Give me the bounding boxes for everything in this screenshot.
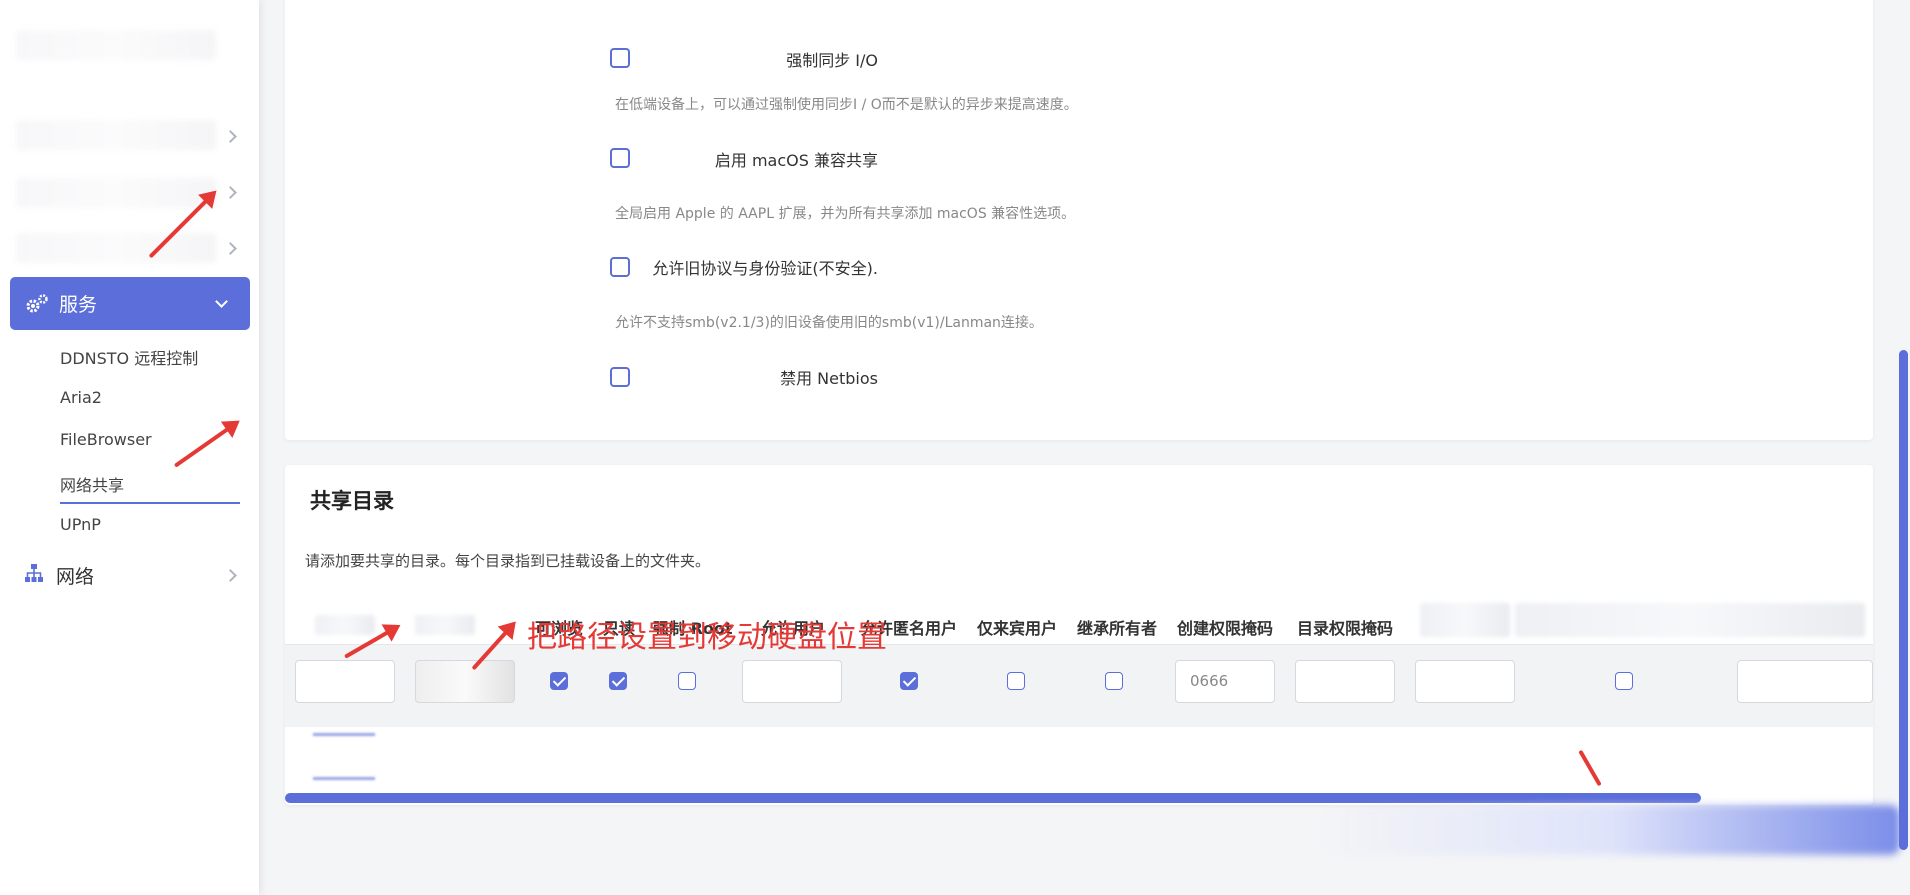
submenu-item-filebrowser[interactable]: FileBrowser [60,430,152,449]
vertical-scrollbar[interactable] [1899,350,1908,850]
table-header: 可浏览 只读 强制 Root 允许用户 允许匿名用户 仅来宾用户 继承所有者 创… [285,595,1873,645]
blurred-header [415,615,475,635]
allow-guest-checkbox[interactable] [900,672,918,690]
option-description: 在低端设备上，可以通过强制使用同步I / O而不是默认的异步来提高速度。 [615,97,1078,113]
vertical-scrollbar-track [1898,0,1910,895]
blurred-link[interactable] [313,777,375,780]
decorative-glow [1320,805,1900,855]
chevron-down-icon [215,295,228,308]
directory-mask-input[interactable] [1295,660,1395,703]
section-description: 请添加要共享的目录。每个目录指到已挂载设备上的文件夹。 [305,552,711,570]
sidebar: 服务 DDNSTO 远程控制 Aria2 FileBrowser 网络共享 UP… [0,0,259,895]
column-header: 仅来宾用户 [977,619,1058,638]
blurred-header [315,615,375,635]
chevron-right-icon [224,186,237,199]
share-name-input[interactable] [295,660,395,703]
section-title: 共享目录 [310,489,394,513]
extra-input-right[interactable] [1737,660,1873,703]
create-mask-input[interactable]: 0666 [1175,660,1275,703]
blurred-menu-item [16,30,216,60]
inherit-owner-checkbox[interactable] [1105,672,1123,690]
option-description: 允许不支持smb(v2.1/3)的旧设备使用旧的smb(v1)/Lanman连接… [615,315,1043,331]
table-row [285,645,1873,727]
chevron-right-icon [224,242,237,255]
share-directory-panel: 共享目录 请添加要共享的目录。每个目录指到已挂载设备上的文件夹。 可浏览 只读 … [285,465,1873,805]
annotation-text: 把路径设置到移动硬盘位置 [527,620,887,655]
submenu-item-aria2[interactable]: Aria2 [60,388,102,407]
column-header: 创建权限掩码 [1177,619,1274,638]
sidebar-item-label: 网络 [56,566,95,588]
macos-compat-checkbox[interactable] [610,148,630,168]
force-root-checkbox[interactable] [678,672,696,690]
option-label: 禁用 Netbios [780,369,878,388]
sidebar-item-label: 服务 [59,294,98,316]
allowed-users-input[interactable] [742,660,842,703]
disable-netbios-checkbox[interactable] [610,367,630,387]
submenu-item-ddnsto[interactable]: DDNSTO 远程控制 [60,345,198,369]
option-label: 启用 macOS 兼容共享 [714,151,878,170]
extra-checkbox[interactable] [1615,672,1633,690]
extra-input[interactable] [1415,660,1515,703]
chevron-right-icon [224,130,237,143]
sidebar-item-network[interactable]: 网络 [24,562,94,589]
browsable-checkbox[interactable] [550,672,568,690]
blurred-link[interactable] [313,733,375,736]
column-header: 继承所有者 [1077,619,1158,638]
share-path-input[interactable] [415,660,515,703]
gears-icon [25,293,49,315]
blurred-menu-item[interactable] [16,233,216,263]
force-sync-io-checkbox[interactable] [610,48,630,68]
legacy-protocol-checkbox[interactable] [610,257,630,277]
readonly-checkbox[interactable] [609,672,627,690]
option-label: 允许旧协议与身份验证(不安全). [652,259,878,278]
submenu-item-upnp[interactable]: UPnP [60,515,101,534]
option-label: 强制同步 I/O [786,51,878,70]
horizontal-scrollbar[interactable] [285,793,1701,803]
chevron-right-icon [224,569,237,582]
sidebar-item-services[interactable]: 服务 [10,277,250,330]
submenu-item-network-share[interactable]: 网络共享 [60,472,240,504]
blurred-header [1515,603,1865,637]
settings-panel: 强制同步 I/O 在低端设备上，可以通过强制使用同步I / O而不是默认的异步来… [285,0,1873,440]
network-icon [24,563,44,588]
blurred-menu-item[interactable] [16,120,216,150]
guest-only-checkbox[interactable] [1007,672,1025,690]
blurred-menu-item[interactable] [16,178,216,208]
blurred-header [1420,603,1510,637]
option-description: 全局启用 Apple 的 AAPL 扩展，并为所有共享添加 macOS 兼容性选… [615,206,1076,222]
column-header: 目录权限掩码 [1297,619,1394,638]
